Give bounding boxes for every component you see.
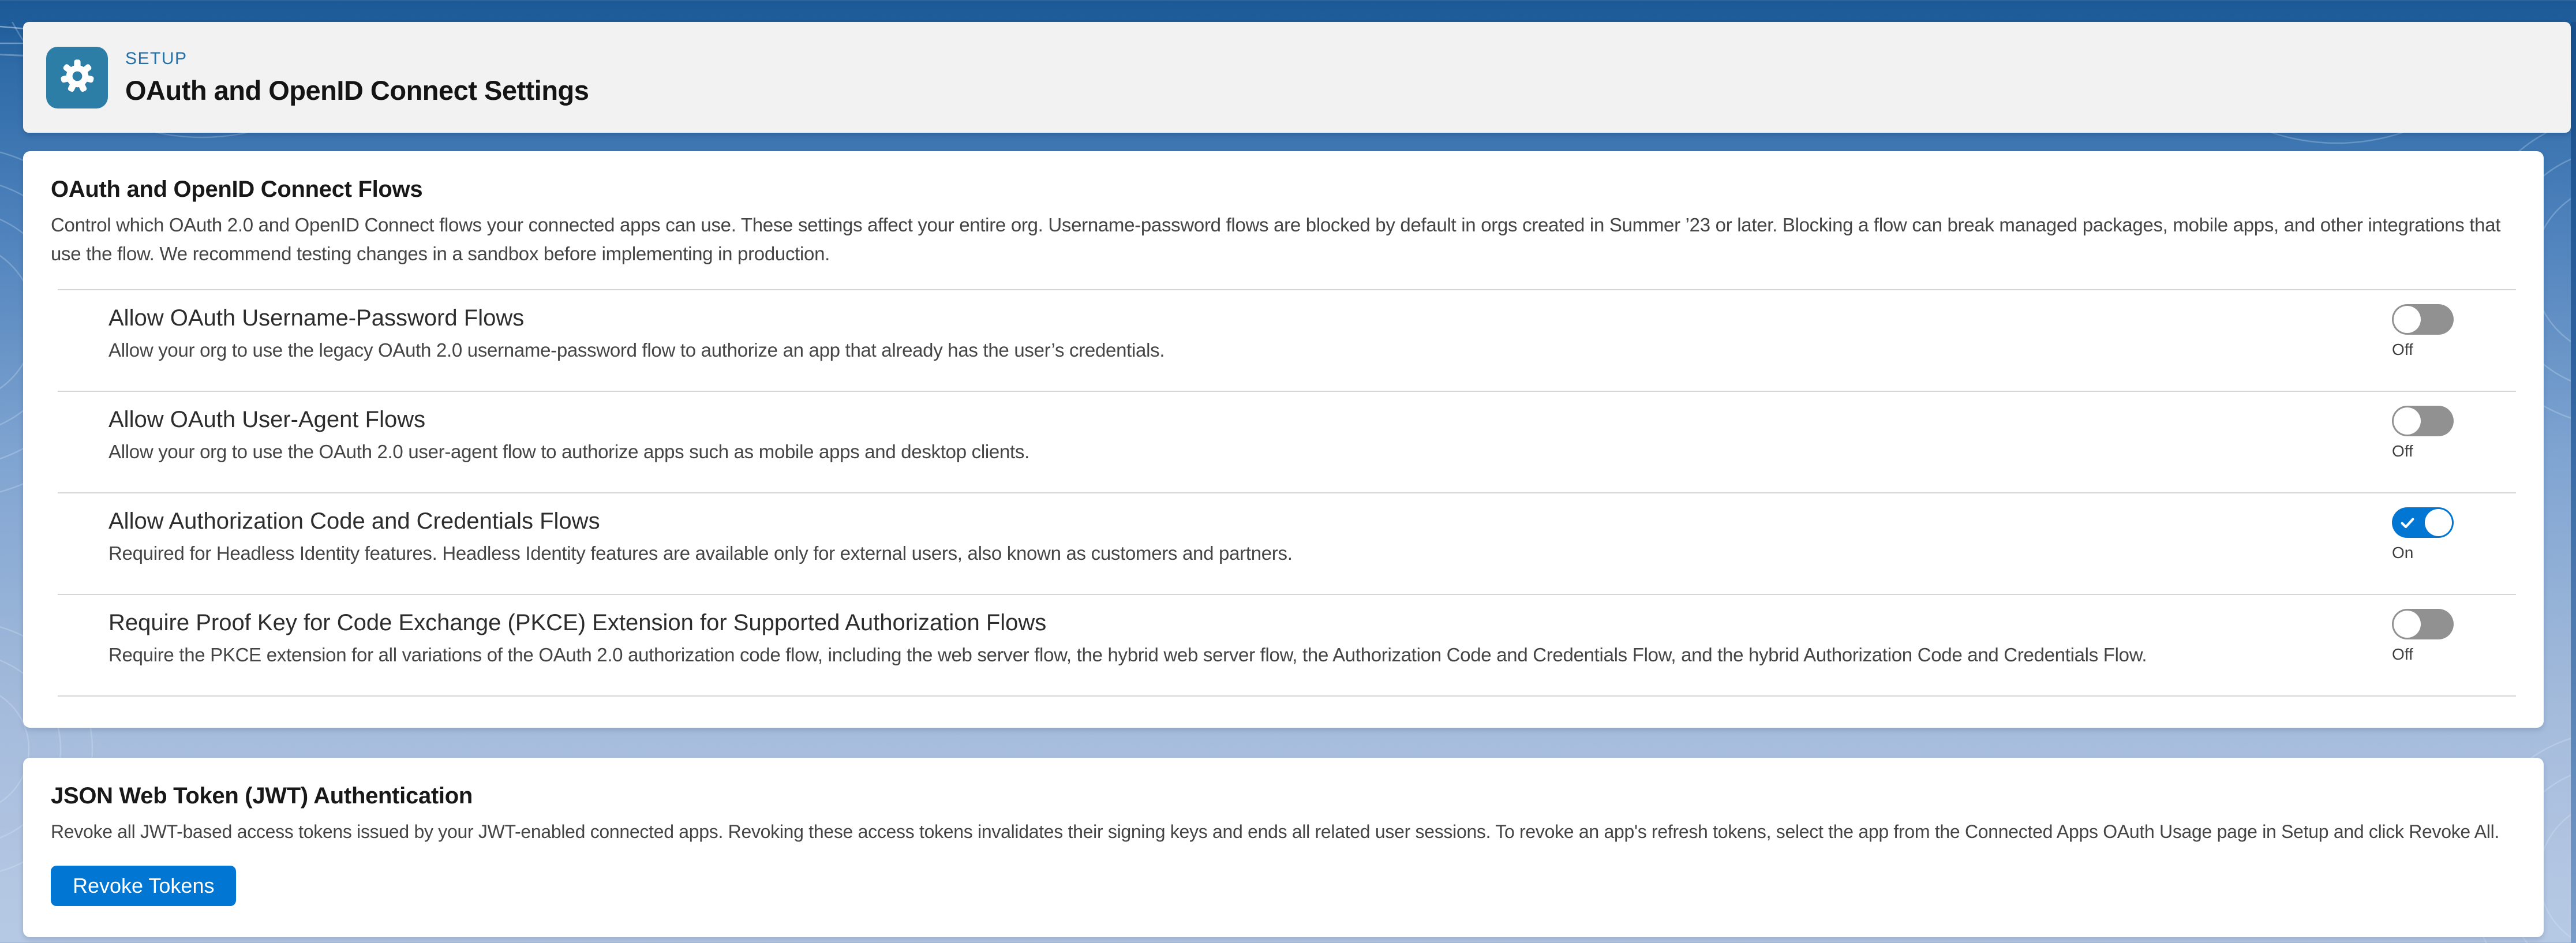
setup-label: SETUP xyxy=(125,49,589,69)
toggle-knob xyxy=(2394,407,2421,435)
setup-page-header: SETUP OAuth and OpenID Connect Settings xyxy=(23,22,2571,133)
setting-text-block: Allow Authorization Code and Credentials… xyxy=(108,506,2392,567)
background-right-strip xyxy=(2571,22,2576,943)
setting-title: Require Proof Key for Code Exchange (PKC… xyxy=(108,608,2392,638)
toggle-state-label: Off xyxy=(2392,442,2454,461)
toggle-state-label: Off xyxy=(2392,340,2454,359)
toggle-switch[interactable] xyxy=(2392,304,2454,335)
setting-row-auth-code-credentials: Allow Authorization Code and Credentials… xyxy=(58,492,2516,594)
setting-text-block: Allow OAuth User-Agent Flows Allow your … xyxy=(108,405,2392,466)
flows-card-heading: OAuth and OpenID Connect Flows xyxy=(51,177,2516,203)
setting-row-user-agent: Allow OAuth User-Agent Flows Allow your … xyxy=(58,391,2516,492)
setting-description: Require the PKCE extension for all varia… xyxy=(108,641,2392,669)
setting-text-block: Require Proof Key for Code Exchange (PKC… xyxy=(108,608,2392,669)
header-text-block: SETUP OAuth and OpenID Connect Settings xyxy=(125,49,589,106)
toggle-knob xyxy=(2394,306,2421,333)
setting-description: Allow your org to use the OAuth 2.0 user… xyxy=(108,438,2392,466)
toggle-column: On xyxy=(2392,507,2454,562)
setting-row-username-password: Allow OAuth Username-Password Flows Allo… xyxy=(58,289,2516,391)
revoke-tokens-button[interactable]: Revoke Tokens xyxy=(51,866,236,906)
setup-gear-tile xyxy=(46,47,108,108)
jwt-card-description: Revoke all JWT-based access tokens issue… xyxy=(51,817,2516,846)
flows-card-description: Control which OAuth 2.0 and OpenID Conne… xyxy=(51,211,2516,268)
gear-icon xyxy=(59,58,96,98)
toggle-column: Off xyxy=(2392,406,2454,461)
page-title: OAuth and OpenID Connect Settings xyxy=(125,74,589,106)
toggle-state-label: Off xyxy=(2392,645,2454,664)
toggle-switch[interactable] xyxy=(2392,507,2454,538)
jwt-card-heading: JSON Web Token (JWT) Authentication xyxy=(51,783,2516,809)
toggle-switch[interactable] xyxy=(2392,406,2454,436)
oauth-flows-card: OAuth and OpenID Connect Flows Control w… xyxy=(23,151,2544,728)
setting-description: Allow your org to use the legacy OAuth 2… xyxy=(108,336,2392,364)
toggle-switch[interactable] xyxy=(2392,609,2454,639)
toggle-column: Off xyxy=(2392,609,2454,664)
check-icon xyxy=(2399,515,2416,531)
setting-title: Allow Authorization Code and Credentials… xyxy=(108,506,2392,536)
toggle-knob xyxy=(2394,611,2421,638)
setting-title: Allow OAuth Username-Password Flows xyxy=(108,303,2392,333)
setting-description: Required for Headless Identity features.… xyxy=(108,540,2392,567)
toggle-state-label: On xyxy=(2392,544,2454,562)
jwt-card: JSON Web Token (JWT) Authentication Revo… xyxy=(23,758,2544,937)
setting-row-pkce: Require Proof Key for Code Exchange (PKC… xyxy=(58,594,2516,695)
settings-list: Allow OAuth Username-Password Flows Allo… xyxy=(58,289,2516,697)
toggle-column: Off xyxy=(2392,304,2454,359)
setting-title: Allow OAuth User-Agent Flows xyxy=(108,405,2392,435)
toggle-knob xyxy=(2425,509,2452,536)
setup-page: { "header": { "setup_label": "SETUP", "t… xyxy=(0,22,2576,943)
setting-text-block: Allow OAuth Username-Password Flows Allo… xyxy=(108,303,2392,364)
